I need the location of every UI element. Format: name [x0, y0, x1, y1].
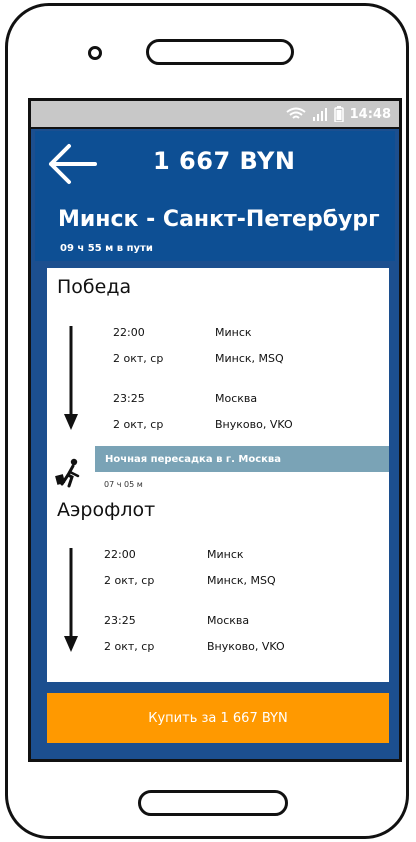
arrival-time: 23:25: [104, 614, 136, 627]
layover-banner: Ночная пересадка в г. Москва: [95, 446, 389, 472]
arrival-time: 23:25: [113, 392, 145, 405]
arrival-date: 2 окт, ср: [104, 640, 155, 653]
screen: 14:48 1 667 BYN Минск - Санкт-Петербург …: [28, 98, 402, 762]
down-arrow-icon: [64, 326, 78, 430]
earpiece: [146, 39, 294, 65]
departure-airport: Минск, MSQ: [215, 352, 284, 365]
flight-card: Победа 22:00 2 окт, ср Минск Минск, MSQ …: [47, 268, 389, 682]
arrival-city: Москва: [207, 614, 250, 627]
arrival-city: Москва: [215, 392, 258, 405]
departure-city: Минск: [215, 326, 252, 339]
back-button[interactable]: [45, 141, 99, 187]
arrival-date: 2 окт, ср: [113, 418, 164, 431]
departure-time: 22:00: [104, 548, 136, 561]
price-title: 1 667 BYN: [153, 147, 296, 175]
app-bar: 1 667 BYN Минск - Санкт-Петербург 09 ч 5…: [35, 131, 395, 261]
home-button[interactable]: [138, 790, 288, 816]
wifi-icon: [285, 107, 306, 119]
departure-airport: Минск, MSQ: [207, 574, 276, 587]
buy-button[interactable]: Купить за 1 667 BYN: [47, 693, 389, 743]
traveler-luggage-icon: [55, 458, 80, 488]
arrival-airport: Внуково, VKO: [207, 640, 285, 653]
status-bar: 14:48: [31, 101, 399, 129]
down-arrow-icon: [64, 548, 78, 652]
camera-dot: [88, 46, 102, 60]
arrival-airport: Внуково, VKO: [215, 418, 293, 431]
route-duration: 09 ч 55 м в пути: [60, 243, 153, 254]
departure-date: 2 окт, ср: [104, 574, 155, 587]
signal-icon: [312, 108, 327, 121]
airline-name: Аэрофлот: [57, 499, 156, 521]
departure-city: Минск: [207, 548, 244, 561]
departure-date: 2 окт, ср: [113, 352, 164, 365]
status-time: 14:48: [349, 106, 391, 122]
route-title: Минск - Санкт-Петербург: [58, 207, 380, 232]
layover-duration: 07 ч 05 м: [104, 480, 143, 489]
departure-time: 22:00: [113, 326, 145, 339]
airline-name: Победа: [57, 276, 132, 298]
back-arrow-icon: [49, 144, 97, 184]
phone-frame: 14:48 1 667 BYN Минск - Санкт-Петербург …: [5, 3, 409, 839]
battery-icon: [333, 106, 344, 122]
